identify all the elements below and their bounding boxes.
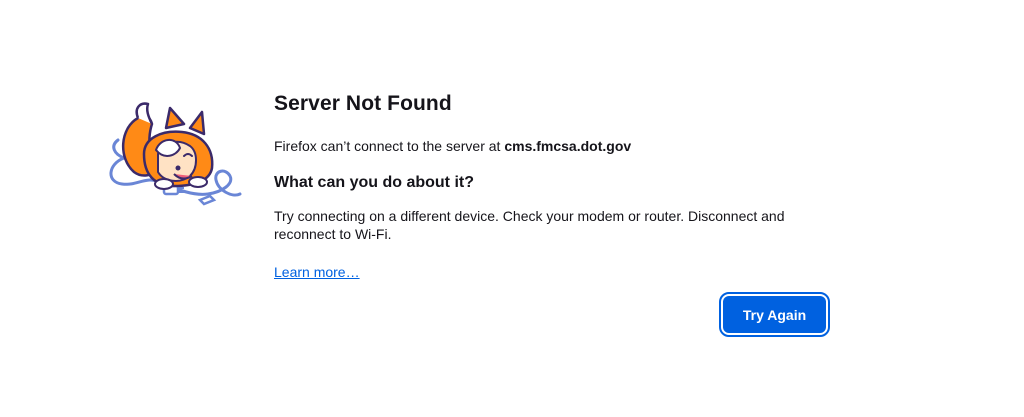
description-text: Firefox can’t connect to the server at	[274, 138, 505, 154]
page-title: Server Not Found	[274, 92, 452, 115]
server-host: cms.fmcsa.dot.gov	[504, 138, 632, 154]
error-page: Server Not Found Firefox can’t connect t…	[0, 0, 1024, 417]
advice-heading: What can you do about it?	[274, 174, 474, 191]
error-content: Server Not Found Firefox can’t connect t…	[274, 90, 830, 282]
advice-text: Try connecting on a different device. Ch…	[274, 208, 785, 242]
learn-more-link[interactable]: Learn more…	[274, 263, 360, 281]
try-again-button[interactable]: Try Again	[719, 292, 830, 337]
fox-illustration-icon	[104, 98, 242, 210]
error-description: Firefox can’t connect to the server at c…	[274, 137, 830, 155]
